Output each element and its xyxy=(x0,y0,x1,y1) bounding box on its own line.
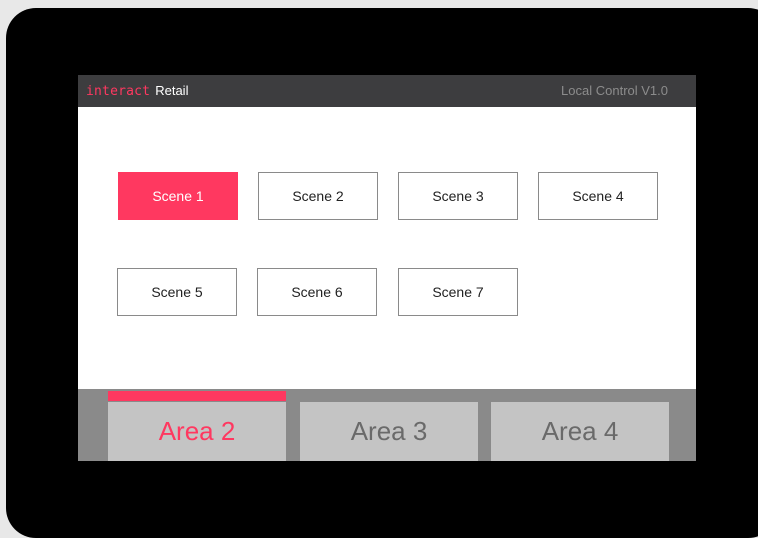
app-screen: interact Retail Local Control V1.0 Scene … xyxy=(78,75,696,461)
area-2-tab[interactable]: Area 2 xyxy=(108,402,286,461)
version-label: Local Control V1.0 xyxy=(561,83,668,98)
brand: interact Retail xyxy=(86,83,188,100)
scene-3-button[interactable]: Scene 3 xyxy=(398,172,518,220)
area-3-tab[interactable]: Area 3 xyxy=(300,402,478,461)
scene-1-button[interactable]: Scene 1 xyxy=(118,172,238,220)
scene-4-button[interactable]: Scene 4 xyxy=(538,172,658,220)
scene-5-button[interactable]: Scene 5 xyxy=(117,268,237,316)
area-tab-bar: Area 2 Area 3 Area 4 xyxy=(78,389,696,461)
scene-6-button[interactable]: Scene 6 xyxy=(257,268,377,316)
app-header: interact Retail Local Control V1.0 xyxy=(78,75,696,107)
scene-2-button[interactable]: Scene 2 xyxy=(258,172,378,220)
interact-logo: interact xyxy=(86,84,151,99)
product-name: Retail xyxy=(155,83,189,98)
area-4-tab[interactable]: Area 4 xyxy=(491,402,669,461)
scene-7-button[interactable]: Scene 7 xyxy=(398,268,518,316)
active-area-indicator xyxy=(108,391,286,401)
